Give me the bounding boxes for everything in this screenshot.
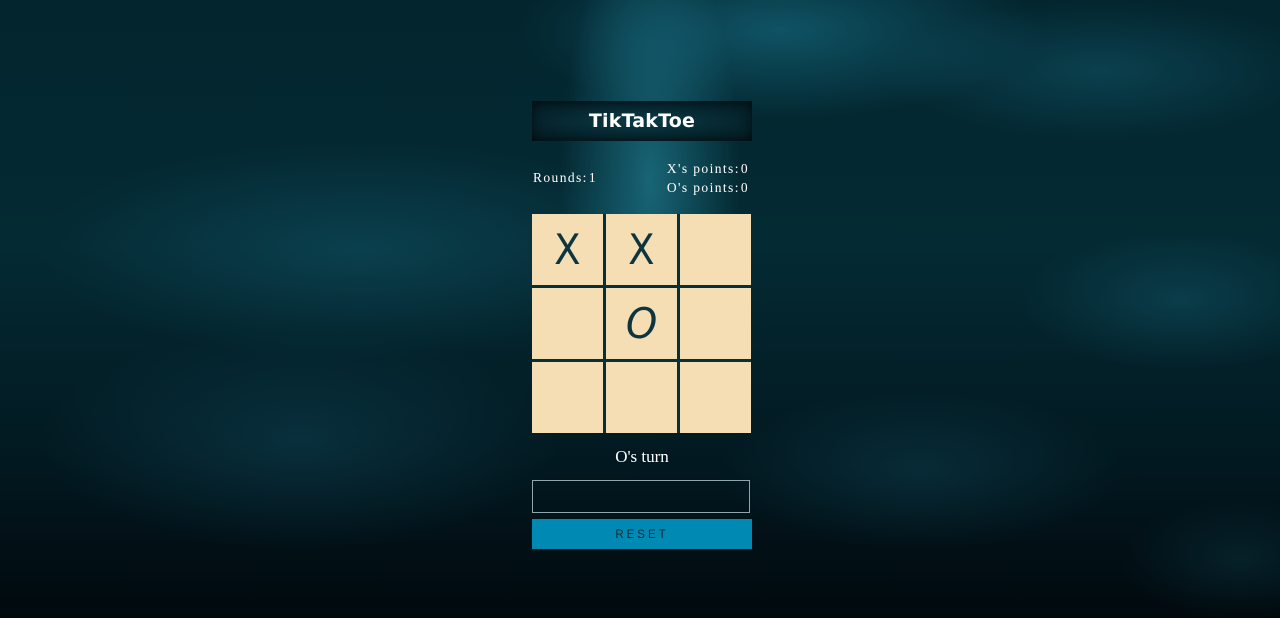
rounds-label: Rounds:: [533, 170, 588, 185]
board-cell-5[interactable]: O: [606, 288, 677, 359]
x-points: X's points:0: [667, 159, 749, 178]
o-points-label: O's points:: [666, 180, 740, 195]
game-panel: TikTakToe Rounds:1 X's points:0 O's poin…: [532, 101, 752, 213]
x-points-label: X's points:: [666, 161, 740, 176]
board-cell-4[interactable]: [532, 288, 603, 359]
scoreboard: Rounds:1 X's points:0 O's points:0: [532, 159, 752, 213]
cell-mark: O: [625, 299, 658, 348]
board-cell-8[interactable]: [606, 362, 677, 433]
turn-indicator: O's turn: [615, 447, 669, 466]
game-board: X X O: [532, 214, 751, 433]
board-cell-6[interactable]: [680, 288, 751, 359]
board-cell-1[interactable]: X: [532, 214, 603, 285]
board-cell-7[interactable]: [532, 362, 603, 433]
o-points: O's points:0: [667, 178, 749, 197]
board-cell-9[interactable]: [680, 362, 751, 433]
cell-mark: X: [554, 225, 581, 274]
game-title: TikTakToe: [532, 101, 752, 141]
reset-button[interactable]: RESET: [532, 519, 752, 549]
board-cell-2[interactable]: X: [606, 214, 677, 285]
cell-mark: X: [628, 225, 655, 274]
o-points-value: 0: [740, 180, 749, 195]
rounds-value: 1: [588, 170, 597, 185]
x-points-value: 0: [740, 161, 749, 176]
points-display: X's points:0 O's points:0: [667, 159, 749, 197]
board-cell-3[interactable]: [680, 214, 751, 285]
rounds-counter: Rounds:1: [533, 170, 597, 186]
player-input[interactable]: [532, 480, 750, 513]
